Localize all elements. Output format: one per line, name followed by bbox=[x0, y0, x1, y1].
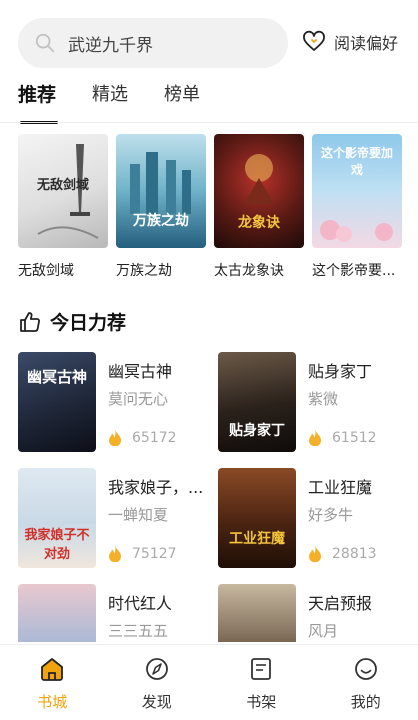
reading-preference-label: 阅读偏好 bbox=[334, 34, 399, 53]
featured-books: 无敌剑域 无敌剑域 万族之劫 万族之劫 龙象诀 太古龙象诀 这个影帝要加戏 这个… bbox=[18, 134, 410, 280]
book-card[interactable]: 工业狂魔 工业狂魔 好多牛 28813 bbox=[218, 468, 408, 568]
book-name: 幽冥古神 bbox=[108, 362, 173, 381]
bottom-nav: 书城 发现 书架 我的 bbox=[0, 644, 418, 720]
search-hint: 武逆九千界 bbox=[68, 35, 153, 56]
book-title: 无敌剑域 bbox=[18, 263, 74, 279]
flame-icon bbox=[109, 430, 121, 446]
book-info: 贴身家丁 紫微 61512 bbox=[308, 352, 408, 452]
tab-divider bbox=[0, 122, 418, 123]
book-author: 好多牛 bbox=[308, 506, 354, 524]
book-cover[interactable]: 这个影帝要加戏 bbox=[312, 134, 402, 248]
book-info: 工业狂魔 好多牛 28813 bbox=[308, 468, 408, 568]
popularity: 28813 bbox=[308, 546, 377, 562]
nav-bookstore[interactable]: 书城 bbox=[0, 645, 105, 720]
nav-label: 书城 bbox=[37, 693, 68, 711]
book-card[interactable]: 时代红人 三三五五 bbox=[18, 584, 208, 642]
popularity-count: 65172 bbox=[132, 430, 177, 446]
nav-bookshelf[interactable]: 书架 bbox=[209, 645, 314, 720]
book-author: 紫微 bbox=[308, 390, 339, 408]
featured-book[interactable]: 龙象诀 太古龙象诀 bbox=[214, 134, 304, 280]
book-cover[interactable] bbox=[18, 584, 96, 642]
section-title: 今日力荐 bbox=[50, 312, 127, 334]
nav-discover[interactable]: 发现 bbox=[105, 645, 210, 720]
book-author: 风月 bbox=[308, 622, 339, 640]
home-icon bbox=[41, 658, 64, 681]
cover-title: 这个影帝要加戏 bbox=[320, 146, 393, 177]
cover-title: 万族之劫 bbox=[133, 213, 189, 229]
book-title: 这个影帝要... bbox=[312, 263, 396, 279]
book-cover[interactable]: 龙象诀 bbox=[214, 134, 304, 248]
cover-title: 幽冥古神 bbox=[26, 368, 87, 386]
profile-icon bbox=[354, 658, 377, 680]
book-cover[interactable]: 我家娘子不对劲 bbox=[18, 468, 96, 568]
book-card[interactable]: 天启预报 风月 bbox=[218, 584, 408, 642]
nav-label: 书架 bbox=[246, 693, 277, 711]
cover-title: 贴身家丁 bbox=[229, 423, 285, 439]
book-cover[interactable]: 工业狂魔 bbox=[218, 468, 296, 568]
bookshelf-icon bbox=[251, 658, 272, 680]
book-cover[interactable]: 万族之劫 bbox=[116, 134, 206, 248]
book-title: 万族之劫 bbox=[116, 263, 172, 279]
flame-icon bbox=[309, 546, 321, 562]
cover-title: 龙象诀 bbox=[238, 215, 280, 231]
book-title: 太古龙象诀 bbox=[214, 263, 284, 279]
flame-icon bbox=[309, 430, 321, 446]
popularity-count: 75127 bbox=[132, 546, 177, 562]
book-name: 天启预报 bbox=[308, 594, 373, 613]
thumbs-up-icon bbox=[20, 311, 40, 332]
reading-preference-button[interactable]: 阅读偏好 bbox=[302, 30, 398, 54]
book-name: 我家娘子，... bbox=[108, 478, 204, 497]
book-info: 幽冥古神 莫问无心 65172 bbox=[108, 352, 208, 452]
book-cover[interactable]: 贴身家丁 bbox=[218, 352, 296, 452]
popularity-count: 61512 bbox=[332, 430, 377, 446]
nav-label: 我的 bbox=[350, 693, 381, 711]
flame-icon bbox=[109, 546, 121, 562]
book-card[interactable]: 我家娘子不对劲 我家娘子，... 一蝉知夏 75127 bbox=[18, 468, 208, 568]
featured-book[interactable]: 这个影帝要加戏 这个影帝要... bbox=[312, 134, 402, 280]
category-tabs: 推荐 精选 榜单 bbox=[18, 78, 236, 124]
book-author: 三三五五 bbox=[108, 622, 169, 640]
tab-ranking[interactable]: 榜单 bbox=[164, 78, 200, 118]
city-illustration bbox=[130, 152, 191, 214]
book-cover[interactable]: 幽冥古神 bbox=[18, 352, 96, 452]
book-name: 贴身家丁 bbox=[308, 362, 373, 381]
book-author: 一蝉知夏 bbox=[108, 506, 169, 524]
tab-recommend[interactable]: 推荐 bbox=[18, 78, 59, 124]
top-bar: 武逆九千界 阅读偏好 bbox=[0, 0, 418, 72]
popularity: 65172 bbox=[108, 430, 177, 446]
book-card[interactable]: 贴身家丁 贴身家丁 紫微 61512 bbox=[218, 352, 408, 452]
book-card[interactable]: 幽冥古神 幽冥古神 莫问无心 65172 bbox=[18, 352, 208, 452]
popularity: 61512 bbox=[308, 430, 377, 446]
tab-selected[interactable]: 精选 bbox=[92, 78, 128, 118]
book-cover[interactable]: 无敌剑域 bbox=[18, 134, 108, 248]
section-header: 今日力荐 bbox=[18, 308, 126, 335]
book-name: 工业狂魔 bbox=[308, 478, 373, 497]
cover-title: 无敌剑域 bbox=[36, 178, 89, 193]
cover-title: 我家娘子不对劲 bbox=[24, 528, 90, 562]
book-info: 我家娘子，... 一蝉知夏 75127 bbox=[108, 468, 208, 568]
cover-title: 工业狂魔 bbox=[229, 531, 285, 547]
recommended-books: 幽冥古神 幽冥古神 莫问无心 65172 贴身家丁 贴身家丁 紫微 61512 … bbox=[18, 352, 408, 642]
nav-label: 发现 bbox=[141, 693, 172, 711]
search-icon bbox=[35, 33, 55, 53]
book-author: 莫问无心 bbox=[108, 390, 169, 408]
search-bar[interactable]: 武逆九千界 bbox=[18, 18, 288, 68]
book-info: 天启预报 风月 bbox=[308, 584, 408, 642]
nav-profile[interactable]: 我的 bbox=[314, 645, 418, 720]
discover-icon bbox=[145, 658, 168, 680]
book-name: 时代红人 bbox=[108, 594, 173, 613]
heart-icon bbox=[303, 30, 325, 51]
featured-book[interactable]: 万族之劫 万族之劫 bbox=[116, 134, 206, 280]
book-cover[interactable] bbox=[218, 584, 296, 642]
book-info: 时代红人 三三五五 bbox=[108, 584, 208, 642]
popularity: 75127 bbox=[108, 546, 177, 562]
popularity-count: 28813 bbox=[332, 546, 377, 562]
featured-book[interactable]: 无敌剑域 无敌剑域 bbox=[18, 134, 108, 280]
